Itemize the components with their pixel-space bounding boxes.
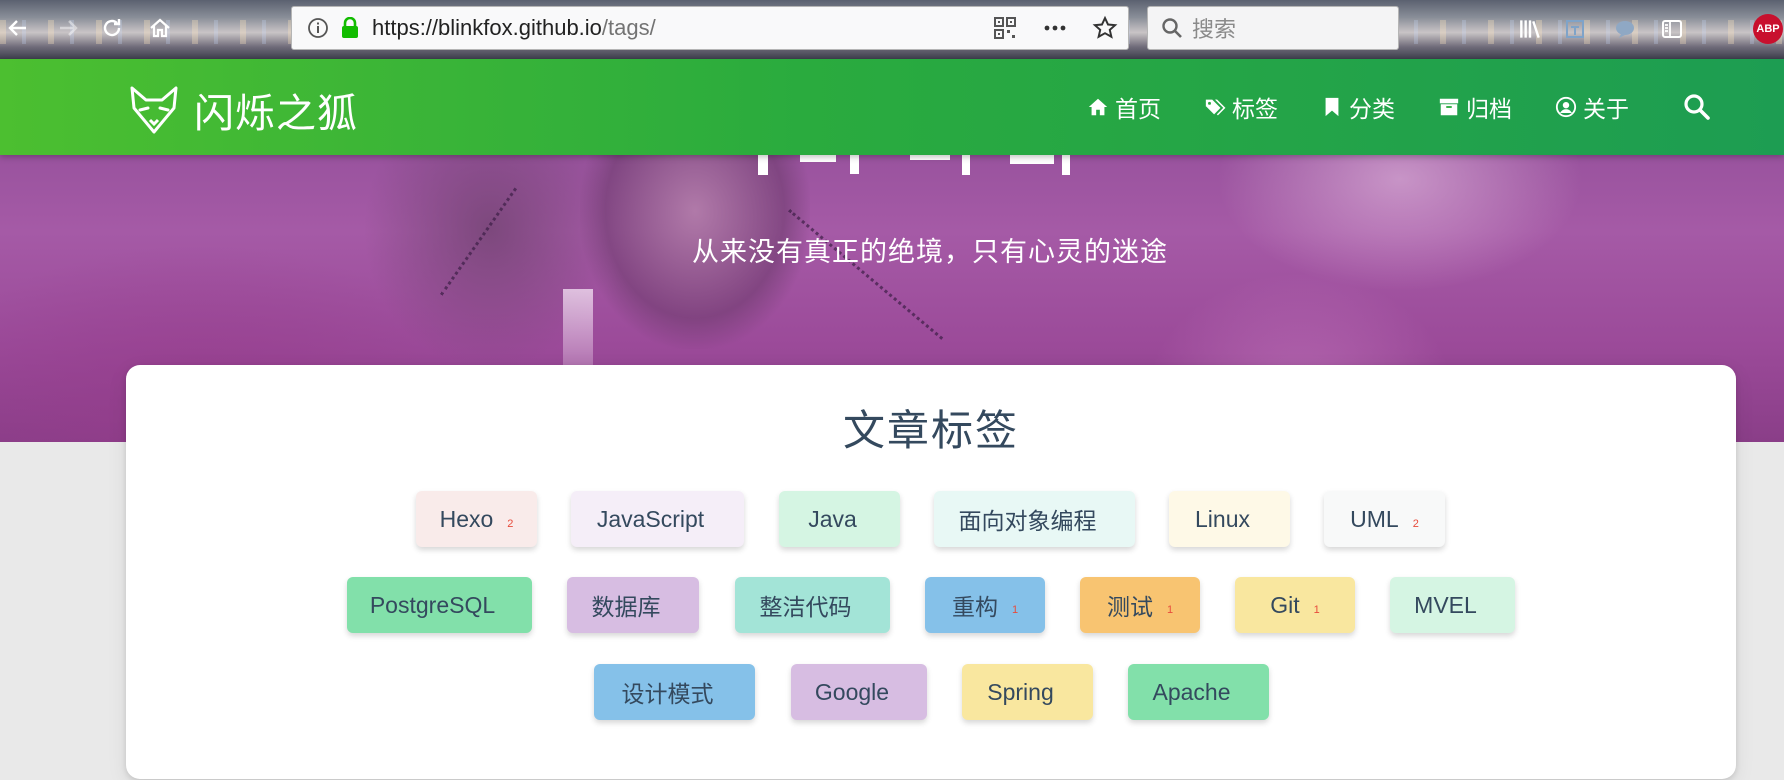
qr-code-icon: [994, 17, 1016, 39]
search-icon: [1162, 18, 1182, 38]
tag-chip[interactable]: MVEL: [1390, 577, 1515, 633]
tag-chip[interactable]: 设计模式: [594, 664, 755, 720]
hero-motto: 从来没有真正的绝境，只有心灵的迷途: [692, 237, 1168, 268]
back-button[interactable]: [0, 8, 36, 48]
site-header: 闪烁之狐 首页 标签 分类 归档 关于: [0, 59, 1784, 155]
tags-icon: [1205, 99, 1226, 116]
tag-name: JavaScript: [596, 505, 705, 532]
home-icon: [1088, 98, 1108, 116]
qr-code-button[interactable]: [992, 15, 1018, 41]
tag-chip[interactable]: 测试 1: [1080, 577, 1200, 633]
tag-name: Apache: [1152, 678, 1231, 705]
tag-count: 2: [1412, 518, 1419, 530]
library-button[interactable]: [1515, 14, 1545, 44]
nav-item-label: 关于: [1583, 97, 1629, 123]
tag-chip[interactable]: Java: [779, 491, 900, 547]
archive-icon: [1439, 98, 1459, 116]
back-icon: [8, 20, 26, 36]
tag-chip[interactable]: Spring: [962, 664, 1093, 720]
home-button[interactable]: [142, 8, 178, 48]
tag-count: 1: [1166, 604, 1174, 616]
extension-icon: [1566, 20, 1584, 38]
nav-item-home[interactable]: 首页: [1087, 90, 1161, 124]
search-placeholder: 搜索: [1192, 18, 1237, 43]
tag-chip[interactable]: Apache: [1128, 664, 1269, 720]
tag-count: 1: [1011, 604, 1019, 616]
hero-title-clipped: [758, 154, 1070, 175]
bookmark-icon: [1325, 97, 1339, 117]
nav-item-label: 标签: [1232, 97, 1278, 123]
tags-card: 文章标签 Hexo 2 JavaScript Java 面向对象编程 Linux …: [126, 365, 1736, 779]
browser-search-box[interactable]: 搜索: [1147, 6, 1399, 50]
tag-chip[interactable]: Git 1: [1235, 577, 1355, 633]
tag-chip[interactable]: PostgreSQL: [347, 577, 532, 633]
more-button[interactable]: [1042, 15, 1068, 41]
chat-icon: [1616, 21, 1634, 38]
bookmark-star-button[interactable]: [1092, 15, 1118, 41]
tags-section-title: 文章标签: [842, 406, 1019, 455]
chain-decoration: [788, 209, 944, 340]
tag-name: UML: [1350, 505, 1399, 532]
tag-chip[interactable]: 数据库: [567, 577, 699, 633]
url-path: /tags/: [601, 15, 656, 40]
tag-name: 测试: [1106, 594, 1153, 620]
nav-item-about[interactable]: 关于: [1555, 90, 1629, 124]
tag-name: MVEL: [1414, 591, 1477, 618]
tag-name: 设计模式: [621, 681, 714, 707]
site-logo[interactable]: 闪烁之狐: [128, 81, 358, 139]
extension-button[interactable]: [1560, 14, 1590, 44]
tag-name: 重构: [951, 594, 998, 620]
tag-name: 整洁代码: [759, 594, 852, 620]
tag-name: Java: [808, 505, 857, 532]
forward-button[interactable]: [50, 8, 86, 48]
nav-item-label: 分类: [1349, 97, 1395, 123]
tag-name: 面向对象编程: [958, 508, 1097, 534]
nav-item-categories[interactable]: 分类: [1321, 90, 1395, 124]
tag-chip[interactable]: Hexo 2: [416, 491, 537, 547]
sidebar-icon: [1662, 20, 1682, 38]
tag-name: Linux: [1195, 505, 1250, 532]
reload-icon: [103, 19, 121, 37]
site-search-icon[interactable]: [1682, 92, 1712, 122]
tag-name: Hexo: [439, 505, 494, 532]
browser-toolbar: https://blinkfox.github.io/tags/ 搜索 ABP: [0, 0, 1784, 59]
tag-chip[interactable]: Linux: [1169, 491, 1290, 547]
tag-chip[interactable]: UML 2: [1324, 491, 1445, 547]
nav-item-tags[interactable]: 标签: [1204, 90, 1278, 124]
star-icon: [1092, 15, 1118, 39]
adblock-button[interactable]: ABP: [1753, 14, 1783, 44]
reload-button[interactable]: [94, 8, 130, 48]
user-circle-icon: [1555, 96, 1577, 118]
tag-count: 1: [1313, 604, 1320, 616]
tag-chip[interactable]: 面向对象编程: [934, 491, 1135, 547]
url-host: https://blinkfox.github.io: [372, 15, 602, 40]
more-icon: [1044, 25, 1066, 31]
home-icon: [150, 18, 170, 38]
nav-item-label: 归档: [1466, 97, 1512, 123]
url-text[interactable]: https://blinkfox.github.io/tags/: [372, 15, 992, 41]
adblock-label: ABP: [1756, 23, 1780, 35]
tag-name: Spring: [987, 678, 1054, 705]
chat-button[interactable]: [1610, 14, 1640, 44]
site-brand-name: 闪烁之狐: [194, 91, 358, 137]
nav-item-label: 首页: [1115, 97, 1161, 123]
address-bar[interactable]: https://blinkfox.github.io/tags/: [291, 6, 1129, 50]
tag-name: Google: [814, 678, 890, 705]
tag-name: PostgreSQL: [369, 591, 496, 618]
lock-icon: [342, 17, 358, 38]
fox-logo-icon: [130, 86, 178, 134]
nav-item-archives[interactable]: 归档: [1438, 90, 1512, 124]
main-nav: 首页 标签 分类 归档 关于: [1087, 59, 1672, 155]
library-icon: [1520, 20, 1540, 39]
tag-name: Git: [1270, 591, 1300, 618]
tag-chip[interactable]: 整洁代码: [735, 577, 890, 633]
tag-count: 2: [507, 518, 514, 530]
forward-icon: [60, 20, 78, 36]
tag-chip[interactable]: JavaScript: [571, 491, 744, 547]
info-icon[interactable]: [306, 16, 330, 40]
tag-name: 数据库: [591, 594, 661, 620]
tag-chip[interactable]: 重构 1: [925, 577, 1045, 633]
tag-chip[interactable]: Google: [791, 664, 927, 720]
sidebar-button[interactable]: [1657, 14, 1687, 44]
